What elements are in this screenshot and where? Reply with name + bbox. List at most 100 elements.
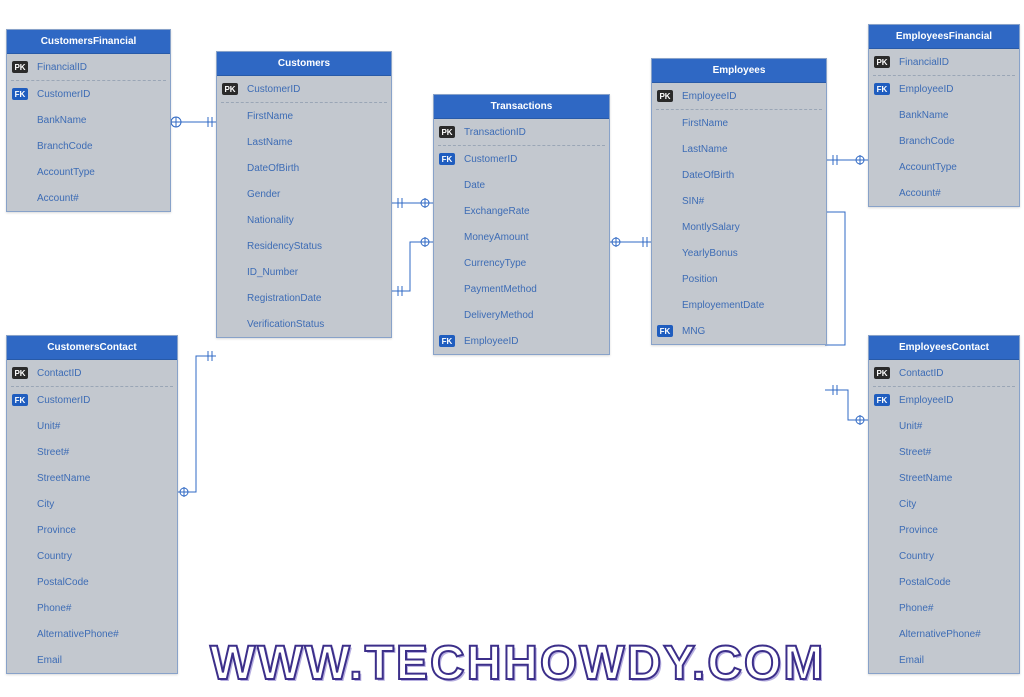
key-badge-slot: FK [7, 394, 33, 406]
key-badge-slot: PK [217, 83, 243, 95]
column-name: EmployeeID [895, 395, 1015, 406]
foreign-key-icon: FK [439, 335, 455, 347]
column-name: DateOfBirth [243, 163, 387, 174]
column-row: Position [652, 266, 826, 292]
column-name: EmployeeID [895, 84, 1015, 95]
key-badge-slot: PK [869, 367, 895, 379]
key-badge-slot: FK [7, 88, 33, 100]
primary-key-icon: PK [12, 61, 28, 73]
column-name: Unit# [33, 421, 173, 432]
column-row: PostalCode [7, 569, 177, 595]
column-row: Country [7, 543, 177, 569]
foreign-key-icon: FK [12, 88, 28, 100]
column-row: FK CustomerID [7, 81, 170, 107]
entity-employees-financial: EmployeesFinancial PKFinancialID FK Employ… [868, 24, 1020, 207]
column-row: PKFinancialID [869, 49, 1019, 75]
column-name: MoneyAmount [460, 232, 605, 243]
column-name: Province [895, 525, 1015, 536]
column-row: BankName [869, 102, 1019, 128]
key-badge-slot: FK [869, 394, 895, 406]
column-name: BranchCode [33, 141, 166, 152]
column-name: TransactionID [460, 127, 605, 138]
column-name: PostalCode [895, 577, 1015, 588]
foreign-key-icon: FK [12, 394, 28, 406]
entity-title: EmployeesFinancial [869, 25, 1019, 49]
column-row: EmployementDate [652, 292, 826, 318]
column-row: BranchCode [7, 133, 170, 159]
foreign-key-icon: FK [657, 325, 673, 337]
key-badge-slot: FK [869, 83, 895, 95]
watermark-text: WWW.TECHHOWDY.COM [210, 636, 825, 691]
foreign-key-icon: FK [874, 83, 890, 95]
column-name: CustomerID [33, 89, 166, 100]
column-row: FK EmployeeID [869, 76, 1019, 102]
column-name: DateOfBirth [678, 170, 822, 181]
column-name: EmployeeID [460, 336, 605, 347]
entity-customers-contact: CustomersContact PKContactIDFKCustomerID… [6, 335, 178, 674]
key-badge-slot: PK [7, 61, 33, 73]
column-name: CurrencyType [460, 258, 605, 269]
column-row: Province [7, 517, 177, 543]
column-row: DeliveryMethod [434, 302, 609, 328]
primary-key-icon: PK [874, 367, 890, 379]
entity-transactions: Transactions PKTransactionIDFKCustomerID… [433, 94, 610, 355]
primary-key-icon: PK [222, 83, 238, 95]
column-row: FKMNG [652, 318, 826, 344]
column-row: MontlySalary [652, 214, 826, 240]
column-row: Street# [869, 439, 1019, 465]
column-name: AccountType [895, 162, 1015, 173]
column-row: Phone# [869, 595, 1019, 621]
column-name: SIN# [678, 196, 822, 207]
key-badge-slot: FK [434, 335, 460, 347]
column-row: Gender [217, 181, 391, 207]
primary-key-icon: PK [657, 90, 673, 102]
column-row: PostalCode [869, 569, 1019, 595]
column-name: Account# [33, 193, 166, 204]
column-name: LastName [678, 144, 822, 155]
column-name: ID_Number [243, 267, 387, 278]
column-row: LastName [652, 136, 826, 162]
column-name: ContactID [33, 368, 173, 379]
column-row: AccountType [869, 154, 1019, 180]
column-row: FK EmployeeID [434, 328, 609, 354]
column-row: Account# [7, 185, 170, 211]
column-row: LastName [217, 129, 391, 155]
column-row: MoneyAmount [434, 224, 609, 250]
column-row: Account# [869, 180, 1019, 206]
column-row: StreetName [869, 465, 1019, 491]
column-row: PK CustomerID [217, 76, 391, 102]
column-row: YearlyBonus [652, 240, 826, 266]
column-name: MontlySalary [678, 222, 822, 233]
column-name: AccountType [33, 167, 166, 178]
column-name: Province [33, 525, 173, 536]
column-row: FirstName [652, 110, 826, 136]
column-row: CurrencyType [434, 250, 609, 276]
column-name: City [895, 499, 1015, 510]
entity-customers: Customers PKCustomerIDFirstNameLastNameD… [216, 51, 392, 338]
column-row: City [869, 491, 1019, 517]
column-row: City [7, 491, 177, 517]
column-name: EmployementDate [678, 300, 822, 311]
column-row: DateOfBirth [652, 162, 826, 188]
entity-employees-contact: EmployeesContact PKContactIDFKEmployeeID… [868, 335, 1020, 674]
column-name: AlternativePhone# [895, 629, 1015, 640]
column-name: Position [678, 274, 822, 285]
column-name: StreetName [33, 473, 173, 484]
column-row: PKContactID [7, 360, 177, 386]
column-row: Date [434, 172, 609, 198]
column-name: PostalCode [33, 577, 173, 588]
column-name: CustomerID [33, 395, 173, 406]
column-name: Street# [895, 447, 1015, 458]
primary-key-icon: PK [874, 56, 890, 68]
column-row: Province [869, 517, 1019, 543]
column-name: EmployeeID [678, 91, 822, 102]
column-name: VerificationStatus [243, 319, 387, 330]
key-badge-slot: FK [652, 325, 678, 337]
column-row: FKCustomerID [434, 146, 609, 172]
entity-title: Employees [652, 59, 826, 83]
column-name: CustomerID [243, 84, 387, 95]
column-row: ID_Number [217, 259, 391, 285]
column-row: Street# [7, 439, 177, 465]
column-name: Phone# [895, 603, 1015, 614]
column-row: Unit# [7, 413, 177, 439]
